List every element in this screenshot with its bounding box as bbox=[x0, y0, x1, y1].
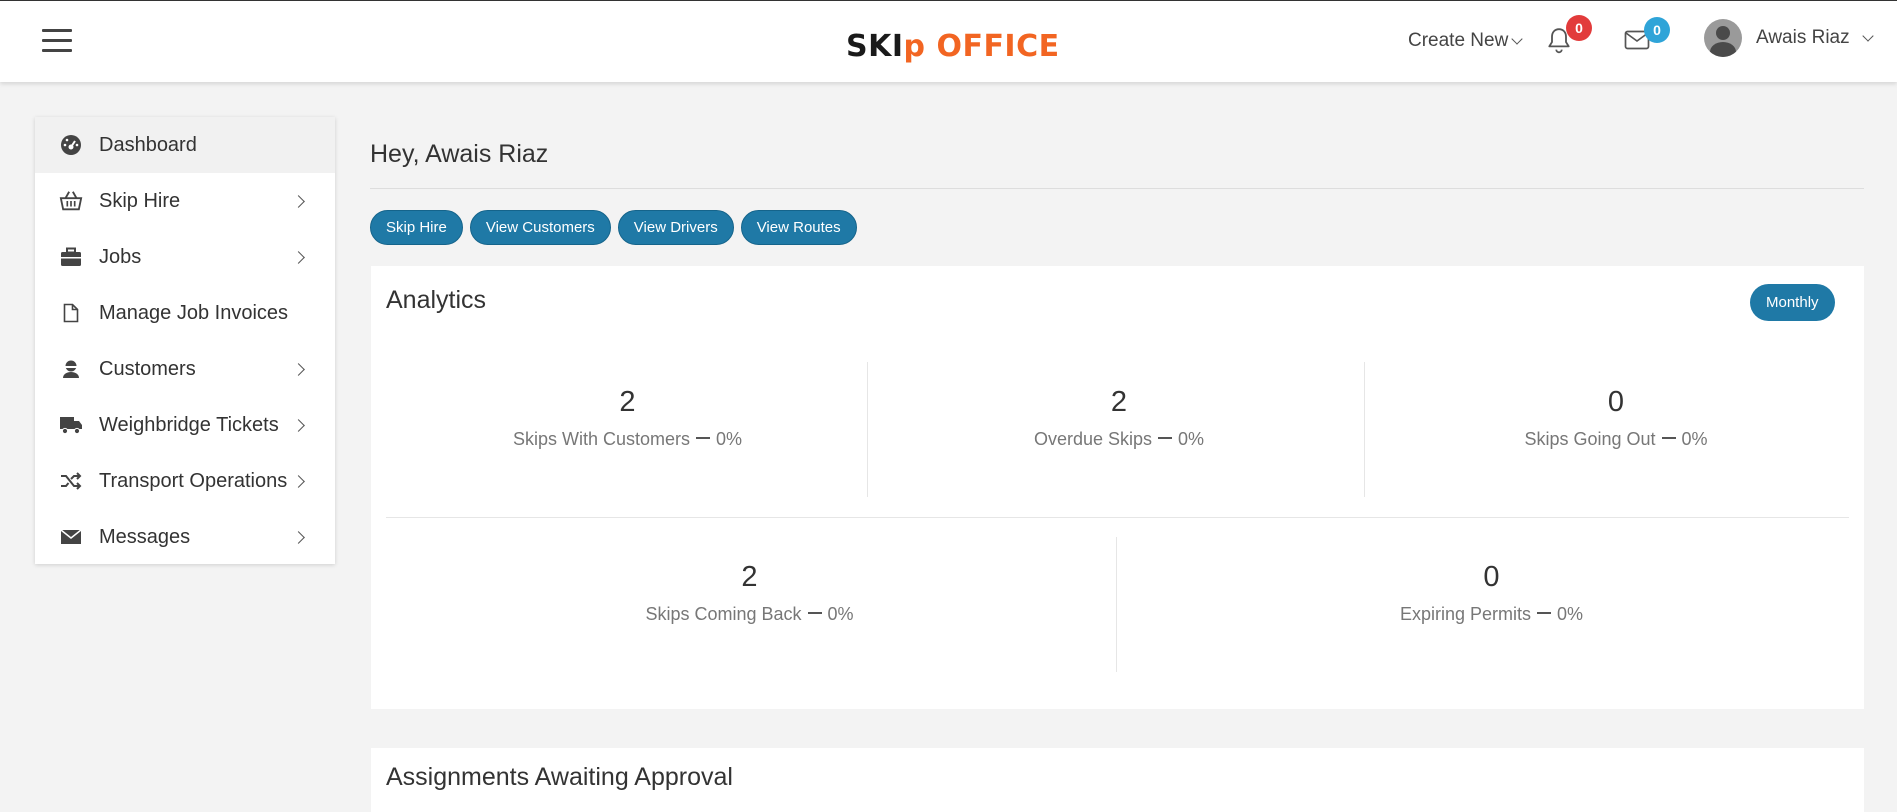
stat-label-text: Skips With Customers bbox=[512, 429, 691, 449]
messages-button[interactable]: 0 bbox=[1624, 17, 1670, 59]
chevron-right-icon bbox=[292, 363, 305, 376]
stat-label: Skips Coming Back 0% bbox=[386, 604, 1113, 625]
basket-icon bbox=[59, 189, 83, 213]
logo-accent: p bbox=[903, 29, 926, 64]
app-logo[interactable]: SKIp OFFICE bbox=[846, 29, 1060, 64]
row-divider bbox=[386, 517, 1849, 518]
user-menu[interactable]: Awais Riaz bbox=[1704, 19, 1874, 57]
stat-percent: 0% bbox=[1557, 604, 1584, 624]
chevron-right-icon bbox=[292, 251, 305, 264]
stat-skips-coming-back: 2 Skips Coming Back 0% bbox=[386, 561, 1113, 625]
stat-value: 2 bbox=[619, 386, 636, 418]
logo-text: SKI bbox=[846, 29, 904, 64]
stat-label: Expiring Permits 0% bbox=[1119, 604, 1864, 625]
chevron-right-icon bbox=[292, 475, 305, 488]
stat-overdue-skips: 2 Overdue Skips 0% bbox=[869, 386, 1369, 450]
user-name: Awais Riaz bbox=[1756, 27, 1850, 48]
view-customers-button[interactable]: View Customers bbox=[469, 210, 611, 245]
stat-label-text: Overdue Skips bbox=[1033, 429, 1153, 449]
stat-label-text: Skips Going Out bbox=[1524, 429, 1656, 449]
stat-value: 2 bbox=[1110, 386, 1128, 418]
sidebar-item-weighbridge-tickets[interactable]: Weighbridge Tickets bbox=[35, 397, 335, 453]
dash-icon bbox=[807, 612, 822, 615]
assignments-card: Assignments Awaiting Approval bbox=[371, 748, 1864, 812]
stat-skips-going-out: 0 Skips Going Out 0% bbox=[1366, 386, 1866, 450]
chevron-right-icon bbox=[292, 531, 305, 544]
top-bar: SKIp OFFICE Create New 0 0 Awais Riaz bbox=[0, 0, 1897, 82]
stat-percent: 0% bbox=[827, 604, 854, 624]
stat-percent: 0% bbox=[1681, 429, 1708, 449]
sidebar-item-label: Dashboard bbox=[99, 133, 197, 156]
stat-value: 0 bbox=[1607, 386, 1625, 418]
sidebar-item-label: Messages bbox=[99, 525, 191, 548]
analytics-card: Analytics Monthly 2 Skips With Customers… bbox=[371, 266, 1864, 709]
stat-value: 0 bbox=[1483, 561, 1500, 593]
sidebar-item-customers[interactable]: Customers bbox=[35, 341, 335, 397]
column-divider bbox=[867, 362, 868, 497]
view-drivers-button[interactable]: View Drivers bbox=[617, 210, 734, 245]
stat-expiring-permits: 0 Expiring Permits 0% bbox=[1119, 561, 1864, 625]
dash-icon bbox=[1158, 437, 1173, 440]
page-title: Hey, Awais Riaz bbox=[370, 140, 549, 168]
sidebar-item-label: Manage Job Invoices bbox=[99, 301, 289, 324]
dash-icon bbox=[1537, 612, 1552, 615]
chevron-down-icon bbox=[1861, 30, 1874, 42]
assignments-title: Assignments Awaiting Approval bbox=[386, 763, 733, 791]
sidebar-item-jobs[interactable]: Jobs bbox=[35, 229, 335, 285]
sidebar-item-messages[interactable]: Messages bbox=[35, 509, 335, 565]
stat-value: 2 bbox=[741, 561, 758, 593]
period-toggle-button[interactable]: Monthly bbox=[1750, 284, 1835, 321]
stat-percent: 0% bbox=[1178, 429, 1205, 449]
chevron-right-icon bbox=[292, 419, 305, 432]
sidebar-item-label: Skip Hire bbox=[99, 189, 181, 212]
logo-office-word: OFFICE bbox=[925, 29, 1060, 64]
sidebar-item-manage-job-invoices[interactable]: Manage Job Invoices bbox=[35, 285, 335, 341]
stat-label-text: Skips Coming Back bbox=[645, 604, 802, 624]
divider bbox=[370, 188, 1864, 189]
stat-skips-with-customers: 2 Skips With Customers 0% bbox=[386, 386, 869, 450]
sidebar-item-label: Transport Operations bbox=[99, 469, 288, 492]
sidebar: Dashboard Skip Hire Jobs Manage Job Invo… bbox=[35, 117, 335, 564]
column-divider bbox=[1364, 362, 1365, 497]
create-new-label: Create New bbox=[1408, 30, 1509, 51]
envelope-icon bbox=[59, 525, 83, 549]
sidebar-item-label: Jobs bbox=[99, 245, 142, 268]
truck-icon bbox=[59, 413, 83, 437]
sidebar-item-transport-operations[interactable]: Transport Operations bbox=[35, 453, 335, 509]
notifications-button[interactable]: 0 bbox=[1546, 15, 1592, 57]
dash-icon bbox=[1661, 437, 1676, 440]
dash-icon bbox=[696, 437, 711, 440]
stat-percent: 0% bbox=[716, 429, 743, 449]
quick-links: Skip Hire View Customers View Drivers Vi… bbox=[370, 210, 857, 245]
stat-label-text: Expiring Permits bbox=[1399, 604, 1532, 624]
stat-label: Overdue Skips 0% bbox=[869, 429, 1369, 450]
create-new-dropdown[interactable]: Create New bbox=[1408, 30, 1523, 52]
file-icon bbox=[59, 301, 83, 325]
messages-count-badge: 0 bbox=[1644, 17, 1670, 43]
logo-text-office: OFFICE bbox=[926, 29, 1060, 64]
stat-label: Skips Going Out 0% bbox=[1366, 429, 1866, 450]
skip-hire-button[interactable]: Skip Hire bbox=[370, 210, 463, 245]
sidebar-item-label: Customers bbox=[99, 357, 196, 380]
user-icon bbox=[59, 357, 83, 381]
sidebar-item-skip-hire[interactable]: Skip Hire bbox=[35, 173, 335, 229]
sidebar-item-dashboard[interactable]: Dashboard bbox=[35, 117, 335, 173]
notifications-count-badge: 0 bbox=[1566, 15, 1592, 41]
view-routes-button[interactable]: View Routes bbox=[740, 210, 857, 245]
avatar bbox=[1704, 19, 1742, 57]
analytics-title: Analytics bbox=[386, 286, 487, 314]
dashboard-icon bbox=[59, 133, 83, 157]
chevron-down-icon bbox=[1511, 33, 1523, 45]
shuffle-icon bbox=[59, 469, 83, 493]
column-divider bbox=[1116, 537, 1117, 672]
stat-label: Skips With Customers 0% bbox=[386, 429, 869, 450]
chevron-right-icon bbox=[292, 195, 305, 208]
briefcase-icon bbox=[59, 245, 83, 269]
sidebar-item-label: Weighbridge Tickets bbox=[99, 413, 279, 436]
menu-toggle-icon[interactable] bbox=[42, 29, 72, 53]
